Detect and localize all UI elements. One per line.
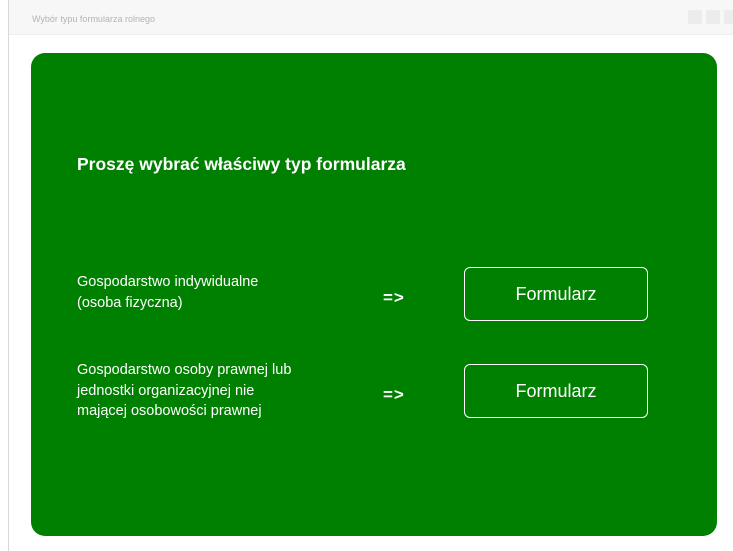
window-title: Wybór typu formularza rolnego	[32, 14, 155, 24]
label-line: mającej osobowości prawnej	[77, 403, 262, 419]
panel-heading: Proszę wybrać właściwy typ formularza	[77, 154, 406, 174]
individual-farm-label: Gospodarstwo indywidualne (osoba fizyczn…	[77, 272, 258, 313]
individual-farm-form-button[interactable]: Formularz	[464, 267, 648, 321]
form-type-panel: Proszę wybrać właściwy typ formularza Go…	[31, 53, 717, 536]
legal-entity-farm-label: Gospodarstwo osoby prawnej lub jednostki…	[77, 360, 291, 422]
minimize-button[interactable]	[688, 10, 702, 24]
label-line: Gospodarstwo osoby prawnej lub	[77, 362, 292, 378]
title-bar[interactable]: Wybór typu formularza rolnego	[9, 0, 733, 35]
window-left-border	[8, 0, 9, 551]
legal-entity-form-button[interactable]: Formularz	[464, 364, 648, 418]
label-line: (osoba fizyczna)	[77, 294, 183, 311]
maximize-button[interactable]	[706, 10, 720, 24]
close-button[interactable]	[724, 10, 733, 24]
app-window: Wybór typu formularza rolnego Proszę wyb…	[0, 0, 733, 551]
label-line: jednostki organizacyjnej nie	[77, 382, 255, 399]
label-line: Gospodarstwo indywidualne	[77, 274, 259, 290]
arrow-indicator: =>	[383, 288, 405, 307]
arrow-indicator: =>	[383, 385, 405, 404]
